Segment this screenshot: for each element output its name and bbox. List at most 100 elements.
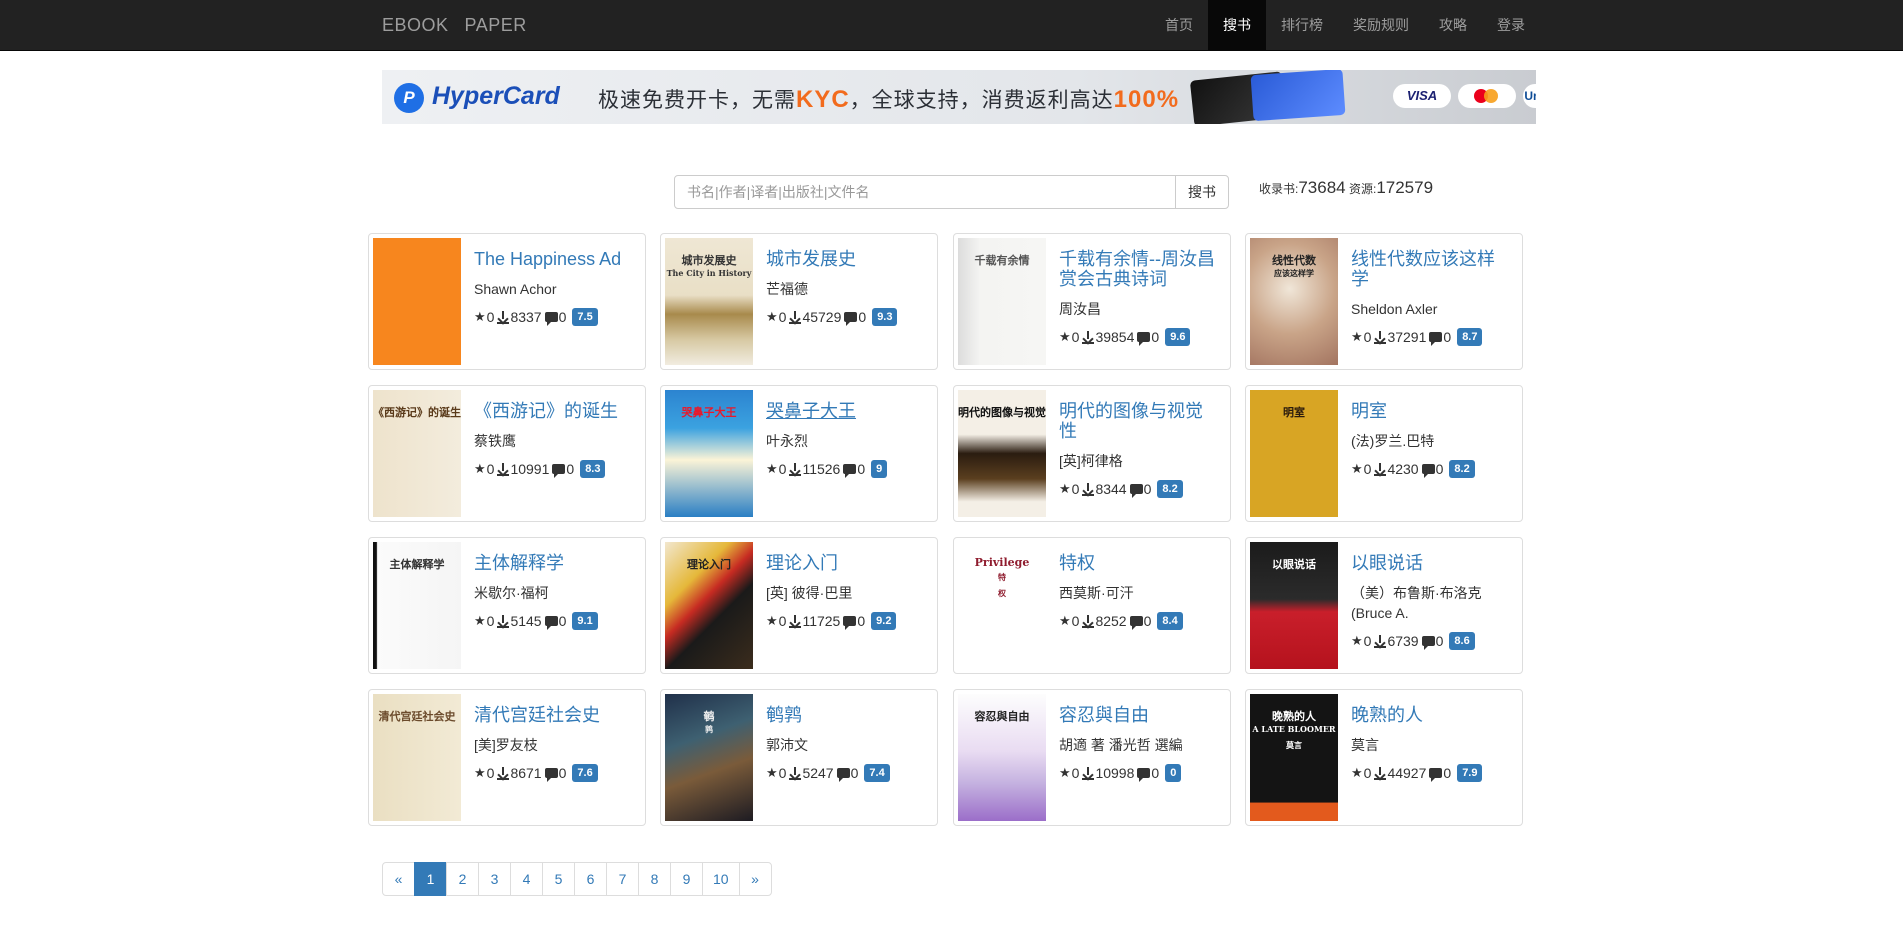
book-title-link[interactable]: The Happiness Ad xyxy=(474,249,634,269)
brand-ebook[interactable]: EBOOK xyxy=(382,15,449,35)
nav-search-books[interactable]: 搜书 xyxy=(1208,0,1266,50)
cover-text: Privilege xyxy=(974,556,1030,569)
pagination-page[interactable]: 9 xyxy=(670,862,703,896)
book-meta: ★ 0 5145 0 9.1 xyxy=(474,612,634,630)
book-title-link[interactable]: 千载有余情--周汝昌赏会古典诗词 xyxy=(1059,249,1219,289)
cover-text: 以眼说话 xyxy=(1272,558,1316,571)
book-cover-image[interactable]: 晚熟的人 A LATE BLOOMER 莫言 xyxy=(1250,694,1338,821)
pagination-page[interactable]: 2 xyxy=(446,862,479,896)
book-card[interactable]: Privilege 特权特权 西莫斯·可汗 ★ 0 8252 0 8.4 xyxy=(953,537,1231,674)
pagination-page[interactable]: 7 xyxy=(606,862,639,896)
book-card[interactable]: 明代的图像与视觉性明代的图像与视觉性[英]柯律格★0834408.2 xyxy=(953,385,1231,522)
cover-text: 理论入门 xyxy=(687,558,731,571)
star-count: 0 xyxy=(486,765,495,781)
book-author: 莫言 xyxy=(1351,737,1379,753)
comment-count: 0 xyxy=(1435,633,1444,649)
book-cover-image[interactable]: 哭鼻子大王 xyxy=(665,390,753,517)
book-title-link[interactable]: 主体解释学 xyxy=(474,553,634,573)
book-cover-image[interactable]: Privilege 特权 xyxy=(958,542,1046,669)
book-card[interactable]: 主体解释学 主体解释学 米歇尔·福柯 ★ 0 5145 0 9.1 xyxy=(368,537,646,674)
book-cover-image[interactable]: 城市发展史 The City in History xyxy=(665,238,753,365)
book-title-link[interactable]: 容忍與自由 xyxy=(1059,705,1219,725)
pagination-page[interactable]: 3 xyxy=(478,862,511,896)
book-title-link[interactable]: 明代的图像与视觉性 xyxy=(1059,401,1219,441)
book-cover-image[interactable]: 容忍與自由 xyxy=(958,694,1046,821)
book-card[interactable]: 理论入门 理论入门 [英] 彼得·巴里 ★ 0 11725 0 9.2 xyxy=(660,537,938,674)
rating-badge: 9 xyxy=(871,460,888,478)
star-count: 0 xyxy=(1363,329,1372,345)
book-cover-image[interactable]: 《西游记》的诞生 xyxy=(373,390,461,517)
book-card[interactable]: 容忍與自由 容忍與自由 胡適 著 潘光哲 選編 ★ 0 10998 0 0 xyxy=(953,689,1231,826)
book-card[interactable]: 城市发展史 The City in History 城市发展史 芒福德 ★ 0 45729 0… xyxy=(660,233,938,370)
comment-icon xyxy=(544,768,558,782)
book-author: 周汝昌 xyxy=(1059,301,1101,317)
resources-count: 172579 xyxy=(1376,178,1434,197)
book-cover-image[interactable]: 明室 xyxy=(1250,390,1338,517)
book-card[interactable]: 千载有余情 千载有余情--周汝昌赏会古典诗词 周汝昌 ★ 0 39854 0 9.6 xyxy=(953,233,1231,370)
star-icon: ★ xyxy=(1351,461,1363,476)
book-card[interactable]: 鹌鹑鹌鹑 郭沛文 ★ 0 5247 0 7.4 xyxy=(660,689,938,826)
comment-count: 0 xyxy=(858,309,867,325)
book-title-link[interactable]: 《西游记》的诞生 xyxy=(474,401,634,421)
star-icon: ★ xyxy=(474,461,486,476)
book-title-link[interactable]: 线性代数应该这样学 xyxy=(1351,249,1511,289)
pagination-page[interactable]: 1 xyxy=(414,862,447,896)
book-title-link[interactable]: 哭鼻子大王 xyxy=(766,401,926,421)
download-count: 39854 xyxy=(1095,329,1135,345)
book-title-link[interactable]: 鹌鹑 xyxy=(766,705,926,725)
book-title-link[interactable]: 晚熟的人 xyxy=(1351,705,1511,725)
comment-icon xyxy=(844,312,858,326)
book-card[interactable]: 哭鼻子大王 哭鼻子大王 叶永烈 ★ 0 11526 0 9 xyxy=(660,385,938,522)
brand-paper[interactable]: PAPER xyxy=(465,15,527,35)
book-title-link[interactable]: 城市发展史 xyxy=(766,249,926,269)
comment-icon xyxy=(1429,768,1443,782)
pagination-prev[interactable]: « xyxy=(382,862,415,896)
book-card[interactable]: 明室 明室 (法)罗兰.巴特 ★ 0 4230 0 8.2 xyxy=(1245,385,1523,522)
site-brand[interactable]: EBOOK PAPER xyxy=(382,0,527,50)
download-icon xyxy=(789,766,802,780)
star-count: 0 xyxy=(486,461,495,477)
book-card[interactable]: 以眼说话 以眼说话 （美）布鲁斯·布洛克 (Bruce A. ★ 0 6739 0 8.6 xyxy=(1245,537,1523,674)
hypercard-banner-ad[interactable]: P HyperCard 极速免费开卡，无需KYC，全球支持，消费返利高达100%… xyxy=(382,70,1536,124)
pagination-page[interactable]: 5 xyxy=(542,862,575,896)
book-cover-image[interactable]: 清代宫廷社会史 xyxy=(373,694,461,821)
book-cover-image[interactable]: 线性代数 应该这样学 xyxy=(1250,238,1338,365)
pagination-page[interactable]: 10 xyxy=(702,862,740,896)
book-title-link[interactable]: 清代宫廷社会史 xyxy=(474,705,634,725)
search-button[interactable]: 搜书 xyxy=(1175,175,1229,209)
book-card[interactable]: 线性代数 应该这样学 线性代数应该这样学 Sheldon Axler ★ 0 37291 0 8… xyxy=(1245,233,1523,370)
nav-home[interactable]: 首页 xyxy=(1150,0,1208,50)
book-title-link[interactable]: 以眼说话 xyxy=(1351,553,1511,573)
book-card[interactable]: 清代宫廷社会史 清代宫廷社会史 [美]罗友枝 ★ 0 8671 0 7.6 xyxy=(368,689,646,826)
star-count: 0 xyxy=(486,309,495,325)
nav-rankings[interactable]: 排行榜 xyxy=(1266,0,1338,50)
pagination-page[interactable]: 4 xyxy=(510,862,543,896)
nav-reward-rules[interactable]: 奖励规则 xyxy=(1338,0,1424,50)
book-title-link[interactable]: 明室 xyxy=(1351,401,1511,421)
cover-text: 应该这样学 xyxy=(1274,268,1314,278)
book-cover-image[interactable]: 主体解释学 xyxy=(373,542,461,669)
book-card[interactable]: 晚熟的人 A LATE BLOOMER 莫言 晚熟的人 莫言 ★ 0 44927 0 7.9 xyxy=(1245,689,1523,826)
book-cover-image[interactable]: 鹌鹑 xyxy=(665,694,753,821)
book-cover-image[interactable]: 明代的图像与视觉性 xyxy=(958,390,1046,517)
pagination-page[interactable]: 6 xyxy=(574,862,607,896)
book-title-link[interactable]: 特权 xyxy=(1059,553,1219,573)
rating-badge: 9.6 xyxy=(1165,328,1191,346)
nav-guide[interactable]: 攻略 xyxy=(1424,0,1482,50)
book-cover-image[interactable] xyxy=(373,238,461,365)
search-input[interactable] xyxy=(674,175,1186,209)
book-cover-image[interactable]: 千载有余情 xyxy=(958,238,1046,365)
star-icon: ★ xyxy=(1351,329,1363,344)
comment-count: 0 xyxy=(857,461,866,477)
book-title-link[interactable]: 理论入门 xyxy=(766,553,926,573)
pagination-next[interactable]: » xyxy=(738,862,772,896)
pagination-page[interactable]: 8 xyxy=(638,862,671,896)
book-cover-image[interactable]: 理论入门 xyxy=(665,542,753,669)
rating-badge: 9.2 xyxy=(871,612,897,630)
comment-icon xyxy=(1129,484,1143,498)
nav-login[interactable]: 登录 xyxy=(1482,0,1540,50)
book-cover-image[interactable]: 以眼说话 xyxy=(1250,542,1338,669)
comment-count: 0 xyxy=(850,765,859,781)
book-card[interactable]: 《西游记》的诞生 《西游记》的诞生 蔡铁鹰 ★ 0 10991 0 8.3 xyxy=(368,385,646,522)
book-card[interactable]: The Happiness Ad Shawn Achor ★ 0 8337 0 7.5 xyxy=(368,233,646,370)
